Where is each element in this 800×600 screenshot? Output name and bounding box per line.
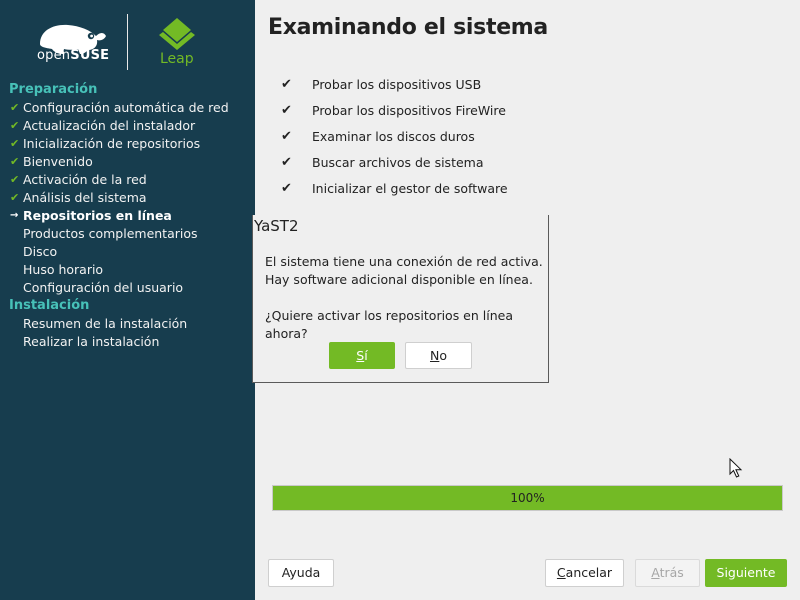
step-item: Productos complementarios xyxy=(0,225,255,243)
step-section-header: Preparación xyxy=(9,82,98,97)
back-button[interactable]: Atrás xyxy=(635,559,700,587)
no-mnemonic: N xyxy=(429,348,440,363)
checklist-label: Probar los dispositivos USB xyxy=(312,77,482,92)
checklist-label: Probar los dispositivos FireWire xyxy=(312,103,506,118)
step-label: Disco xyxy=(23,244,58,259)
check-icon: ✔ xyxy=(281,129,292,144)
arrow-right-icon: → xyxy=(10,210,19,221)
next-button[interactable]: Siguiente xyxy=(705,559,787,587)
step-label: Productos complementarios xyxy=(23,226,198,241)
sidebar: openSUSE Leap Preparación ✔ Configuración … xyxy=(0,0,255,600)
check-icon: ✔ xyxy=(10,155,20,168)
check-icon: ✔ xyxy=(10,173,20,186)
help-button[interactable]: Ayuda xyxy=(268,559,334,587)
step-item: Configuración del usuario xyxy=(0,279,255,297)
step-item: ✔ Configuración automática de red xyxy=(0,99,255,117)
back-label-rest: trás xyxy=(659,565,684,580)
step-item: ✔ Actualización del instalador xyxy=(0,117,255,135)
step-item: ✔ Análisis del sistema xyxy=(0,189,255,207)
step-label: Configuración del usuario xyxy=(23,280,184,295)
step-item: Disco xyxy=(0,243,255,261)
logo-suse-text: SUSE xyxy=(70,48,110,63)
dialog-line-2: Hay software adicional disponible en lín… xyxy=(265,272,533,287)
no-label-rest: o xyxy=(439,348,447,363)
step-label: Configuración automática de red xyxy=(23,100,229,115)
step-label: Actualización del instalador xyxy=(23,118,196,133)
checklist-item: ✔ Examinar los discos duros xyxy=(281,124,508,150)
cancel-label-rest: ancelar xyxy=(565,565,613,580)
dialog-title: YaST2 xyxy=(254,217,299,235)
check-icon: ✔ xyxy=(10,191,20,204)
checklist-label: Buscar archivos de sistema xyxy=(312,155,484,170)
check-icon: ✔ xyxy=(281,155,292,170)
dialog-line-1: El sistema tiene una conexión de red act… xyxy=(265,254,543,269)
step-item: → Repositorios en línea xyxy=(0,207,255,225)
checklist-label: Examinar los discos duros xyxy=(312,129,475,144)
check-icon: ✔ xyxy=(10,101,20,114)
checklist-label: Inicializar el gestor de software xyxy=(312,181,508,196)
step-item: ✔ Inicialización de repositorios xyxy=(0,135,255,153)
no-button[interactable]: No xyxy=(405,342,472,369)
checklist-item: ✔ Probar los dispositivos USB xyxy=(281,72,508,98)
step-label: Inicialización de repositorios xyxy=(23,136,201,151)
step-section-header: Instalación xyxy=(9,298,90,313)
installation-steps: Preparación ✔ Configuración automática de … xyxy=(0,81,255,351)
step-label: Repositorios en línea xyxy=(23,208,172,223)
back-mnemonic: A xyxy=(651,565,660,580)
check-icon: ✔ xyxy=(281,181,292,196)
step-label: Activación de la red xyxy=(23,172,147,187)
checklist-item: ✔ Inicializar el gestor de software xyxy=(281,176,508,202)
step-label: Huso horario xyxy=(23,262,104,277)
step-label: Resumen de la instalación xyxy=(23,316,188,331)
step-label: Análisis del sistema xyxy=(23,190,147,205)
logo-open-text: open xyxy=(37,48,71,63)
probe-checklist: ✔ Probar los dispositivos USB ✔ Probar los … xyxy=(281,72,508,202)
step-item: Resumen de la instalación xyxy=(0,315,255,333)
online-repos-dialog: YaST2 El sistema tiene una conexión de r… xyxy=(252,215,549,383)
checklist-item: ✔ Buscar archivos de sistema xyxy=(281,150,508,176)
progress-label: 100% xyxy=(510,491,545,505)
opensuse-wordmark: openSUSE xyxy=(37,48,109,63)
dialog-question: ¿Quiere activar los repositorios en líne… xyxy=(265,308,513,341)
leap-wordmark: Leap xyxy=(160,51,194,67)
cancel-mnemonic: C xyxy=(556,565,566,580)
step-item: ✔ Activación de la red xyxy=(0,171,255,189)
dialog-spacer xyxy=(265,289,545,307)
check-icon: ✔ xyxy=(281,77,292,92)
yes-label-rest: í xyxy=(364,348,368,363)
step-item: Huso horario xyxy=(0,261,255,279)
page-title: Examinando el sistema xyxy=(268,15,548,40)
dialog-message: El sistema tiene una conexión de red act… xyxy=(265,253,545,343)
step-item: Realizar la instalación xyxy=(0,333,255,351)
logo-divider xyxy=(127,14,128,70)
cancel-button[interactable]: Cancelar xyxy=(545,559,624,587)
checklist-item: ✔ Probar los dispositivos FireWire xyxy=(281,98,508,124)
check-icon: ✔ xyxy=(10,137,20,150)
step-label: Realizar la instalación xyxy=(23,334,160,349)
yes-button[interactable]: Sí xyxy=(329,342,395,369)
logo-area: openSUSE Leap xyxy=(0,0,255,80)
check-icon: ✔ xyxy=(281,103,292,118)
progress-bar: 100% xyxy=(272,485,783,511)
check-icon: ✔ xyxy=(10,119,20,132)
step-item: ✔ Bienvenido xyxy=(0,153,255,171)
step-label: Bienvenido xyxy=(23,154,93,169)
mouse-pointer-icon xyxy=(729,458,743,478)
leap-logo-icon xyxy=(159,18,195,50)
